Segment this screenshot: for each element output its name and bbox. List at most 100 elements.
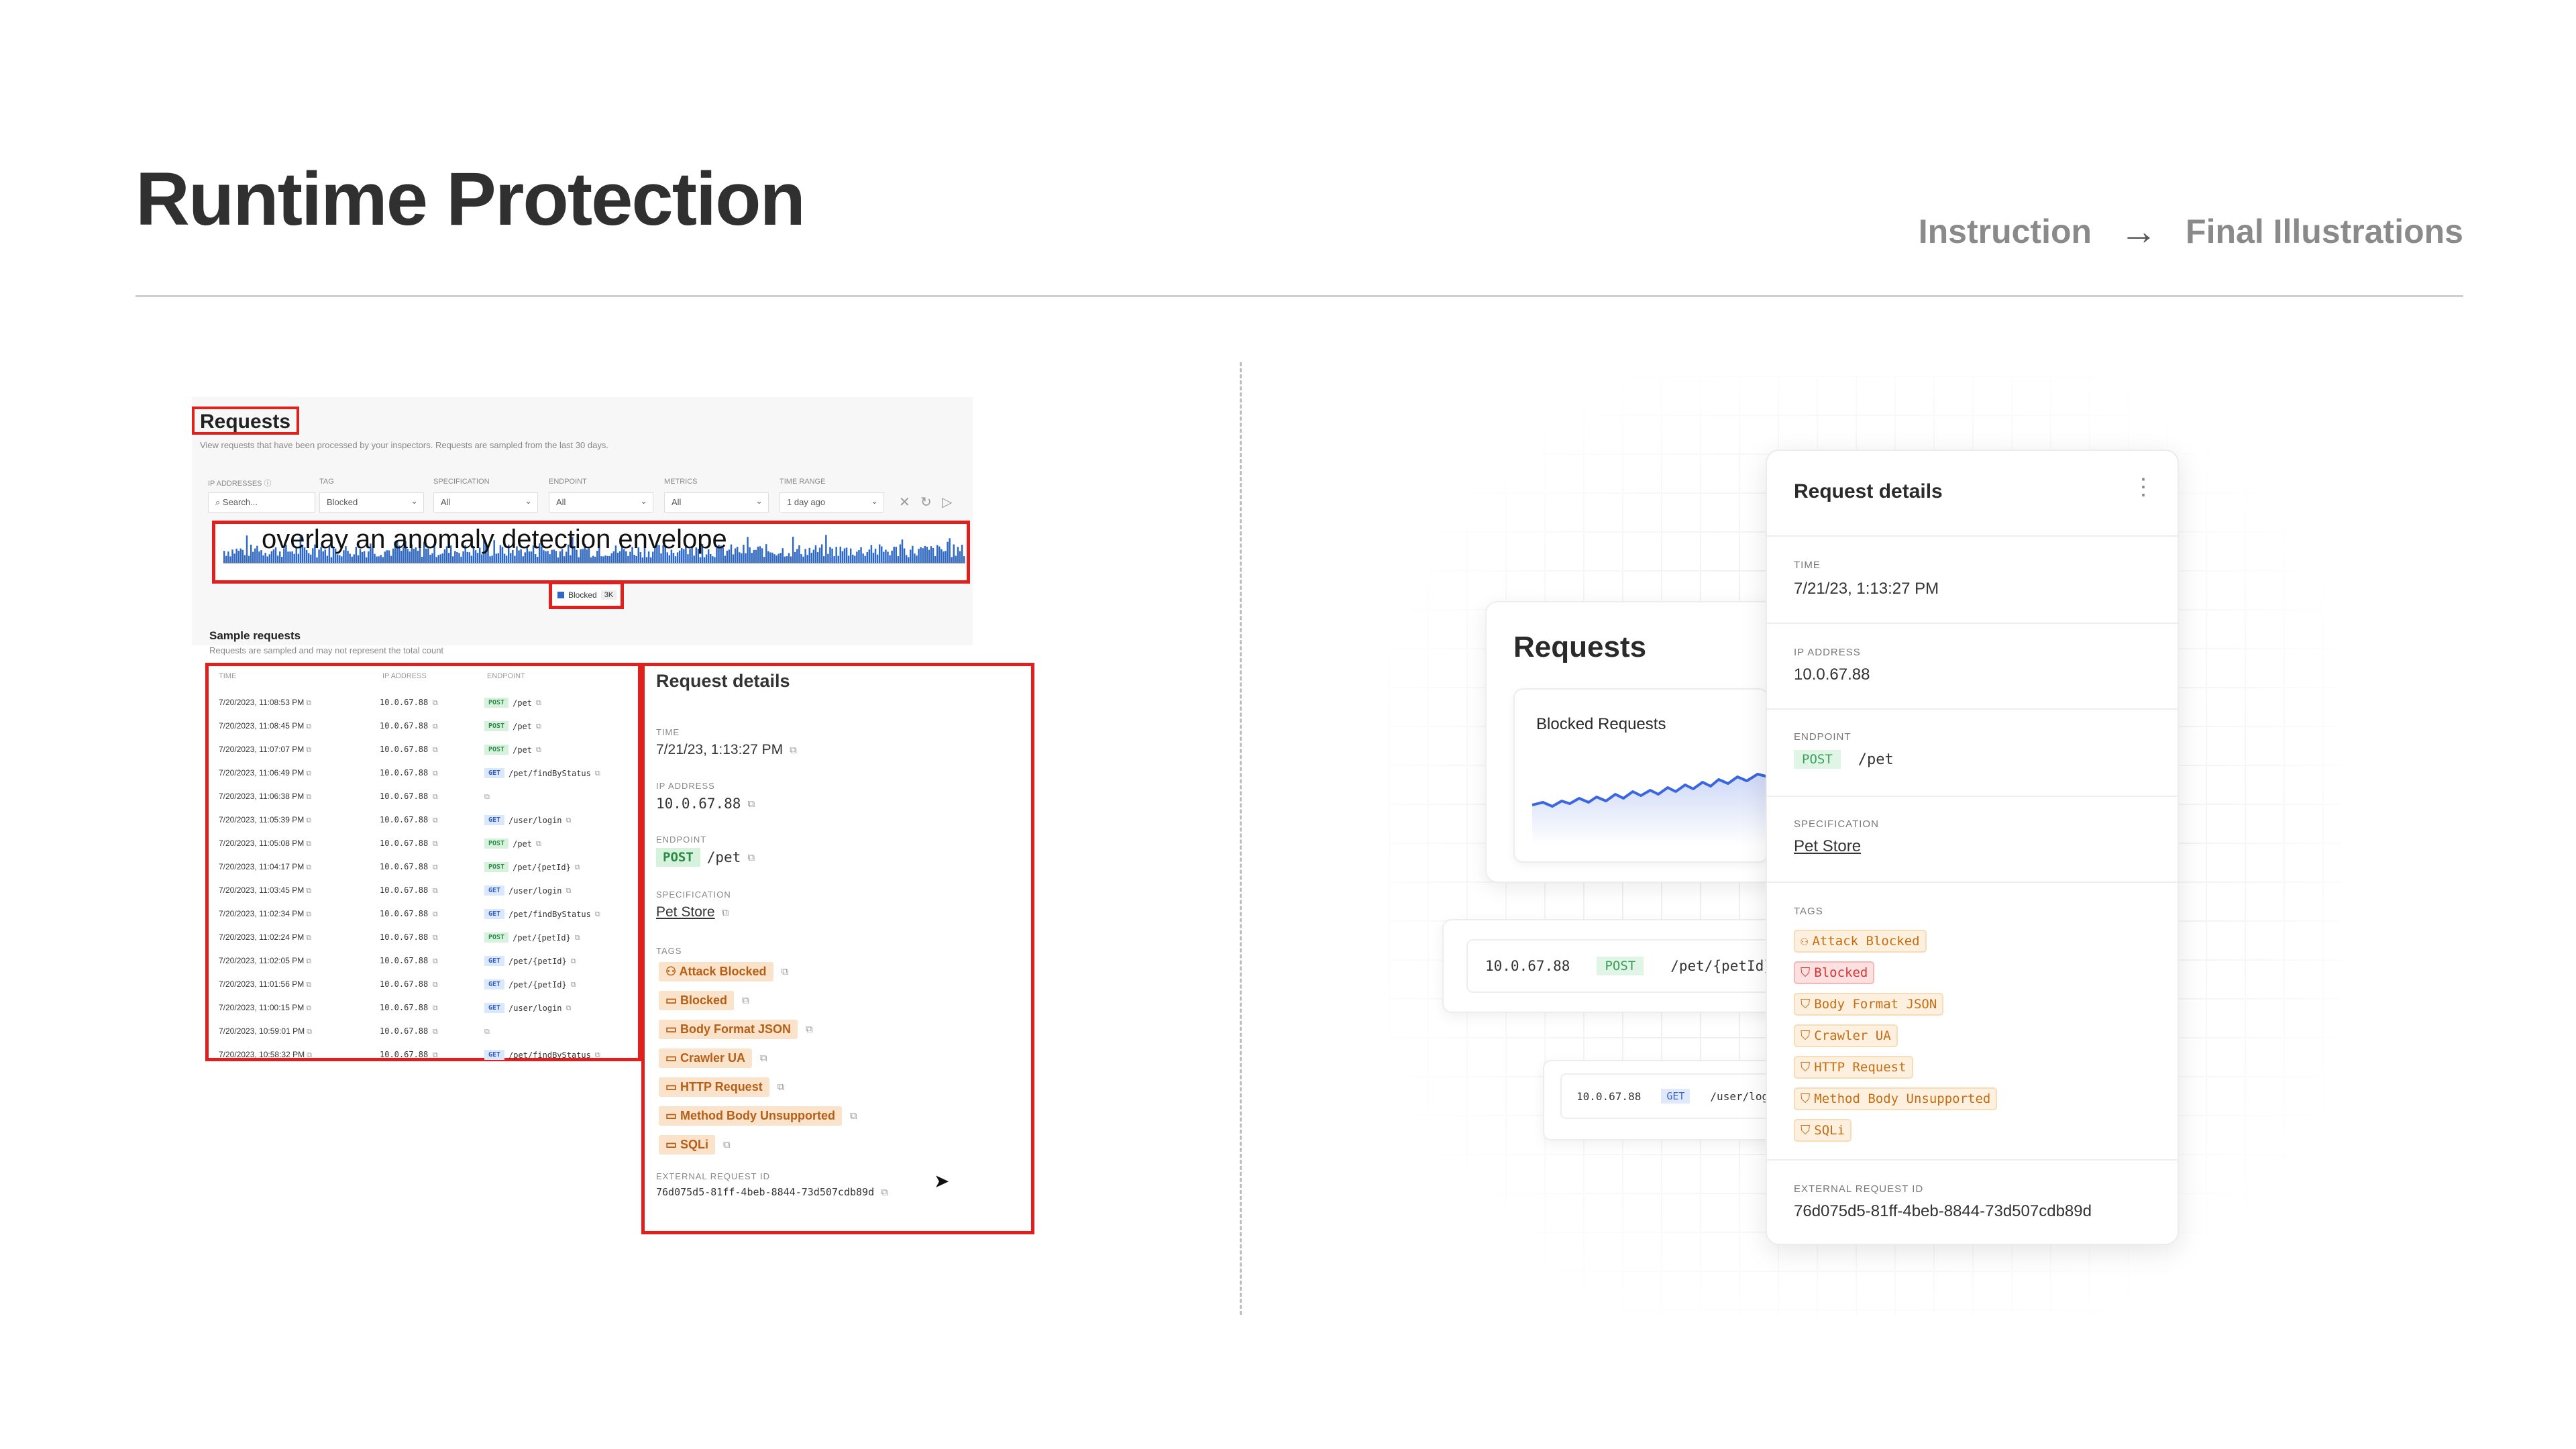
table-row[interactable]: 7/20/2023, 11:01:56 PM ⧉ 10.0.67.88 ⧉ GET /… — [216, 973, 632, 996]
table-row[interactable]: 7/20/2023, 11:07:07 PM ⧉ 10.0.67.88 ⧉ POST… — [216, 738, 632, 761]
table-row[interactable]: 7/20/2023, 11:05:39 PM ⧉ 10.0.67.88 ⧉ GET /… — [216, 808, 632, 832]
card-spec-link[interactable]: Pet Store — [1794, 837, 1861, 856]
copy-icon[interactable]: ⧉ — [790, 745, 797, 756]
copy-icon[interactable]: ⧉ — [571, 957, 576, 966]
copy-icon[interactable]: ⧉ — [304, 699, 311, 707]
copy-icon[interactable]: ⧉ — [571, 980, 576, 989]
close-icon[interactable]: ✕ — [899, 494, 910, 511]
copy-icon[interactable]: ⧉ — [595, 1051, 600, 1060]
details-spec-label: SPECIFICATION — [656, 890, 731, 900]
copy-icon[interactable]: ⧉ — [304, 934, 311, 942]
copy-icon[interactable]: ⧉ — [304, 840, 311, 848]
chart-bar — [514, 555, 516, 563]
play-icon[interactable]: ▷ — [942, 494, 952, 511]
table-row[interactable]: 7/20/2023, 11:03:45 PM ⧉ 10.0.67.88 ⧉ GET /… — [216, 879, 632, 902]
copy-icon[interactable]: ⧉ — [304, 1004, 311, 1012]
table-row[interactable]: 7/20/2023, 11:06:49 PM ⧉ 10.0.67.88 ⧉ GET /… — [216, 761, 632, 785]
copy-icon[interactable]: ⧉ — [304, 769, 311, 777]
copy-icon[interactable]: ⧉ — [428, 863, 438, 871]
chart-legend[interactable]: Blocked 3K — [549, 581, 624, 609]
copy-icon[interactable]: ⧉ — [881, 1186, 888, 1198]
copy-icon[interactable]: ⧉ — [428, 957, 438, 965]
table-row[interactable]: 7/20/2023, 11:02:34 PM ⧉ 10.0.67.88 ⧉ GET /… — [216, 902, 632, 926]
copy-icon[interactable]: ⧉ — [747, 851, 755, 863]
copy-icon[interactable]: ⧉ — [575, 933, 580, 943]
copy-icon[interactable]: ⧉ — [428, 933, 438, 942]
copy-icon[interactable]: ⧉ — [536, 722, 541, 731]
refresh-icon[interactable]: ↻ — [920, 494, 932, 511]
copy-icon[interactable]: ⧉ — [304, 746, 311, 754]
copy-icon[interactable]: ⧉ — [428, 886, 438, 895]
copy-icon[interactable]: ⧉ — [428, 792, 438, 801]
copy-icon[interactable]: ⧉ — [536, 839, 541, 849]
copy-icon[interactable]: ⧉ — [428, 1027, 438, 1036]
filter-select[interactable]: Blocked ⌄ — [319, 492, 424, 513]
filter-select[interactable]: 1 day ago ⌄ — [780, 492, 884, 513]
filter-select[interactable]: All ⌄ — [433, 492, 538, 513]
copy-icon[interactable]: ⧉ — [595, 769, 600, 778]
copy-icon[interactable]: ⧉ — [304, 722, 311, 731]
copy-icon[interactable]: ⧉ — [304, 887, 311, 895]
endpoint-path: /pet — [706, 849, 741, 865]
copy-icon[interactable]: ⧉ — [782, 966, 789, 977]
copy-icon[interactable]: ⧉ — [484, 792, 490, 802]
copy-icon[interactable]: ⧉ — [566, 1004, 572, 1013]
copy-icon[interactable]: ⧉ — [536, 698, 541, 708]
copy-icon[interactable]: ⧉ — [428, 722, 438, 731]
copy-icon[interactable]: ⧉ — [304, 981, 311, 989]
copy-icon[interactable]: ⧉ — [304, 957, 311, 965]
copy-icon[interactable]: ⧉ — [484, 1027, 490, 1036]
copy-icon[interactable]: ⧉ — [428, 1004, 438, 1012]
copy-icon[interactable]: ⧉ — [428, 769, 438, 777]
table-row[interactable]: 7/20/2023, 11:06:38 PM ⧉ 10.0.67.88 ⧉ ⧉ — [216, 785, 632, 808]
copy-icon[interactable]: ⧉ — [722, 907, 729, 918]
table-row[interactable]: 7/20/2023, 10:59:01 PM ⧉ 10.0.67.88 ⧉ ⧉ — [216, 1020, 632, 1043]
copy-icon[interactable]: ⧉ — [305, 1051, 312, 1059]
copy-icon[interactable]: ⧉ — [760, 1053, 767, 1064]
row-endpoint-cell: GET/pet/{petId} ⧉ — [484, 956, 576, 966]
copy-icon[interactable]: ⧉ — [428, 910, 438, 918]
copy-icon[interactable]: ⧉ — [777, 1081, 785, 1093]
kebab-menu-icon[interactable]: ⋮ — [2132, 474, 2155, 500]
copy-icon[interactable]: ⧉ — [304, 816, 311, 824]
request-row[interactable]: 10.0.67.88 POST /pet/{petId} — [1466, 939, 1802, 993]
table-row[interactable]: 7/20/2023, 11:05:08 PM ⧉ 10.0.67.88 ⧉ POST… — [216, 832, 632, 855]
table-row[interactable]: 7/20/2023, 11:02:24 PM ⧉ 10.0.67.88 ⧉ POST… — [216, 926, 632, 949]
chart-bar — [914, 553, 916, 563]
ip-search-input[interactable]: ⌕ Search... — [208, 492, 315, 513]
copy-icon[interactable]: ⧉ — [428, 816, 438, 824]
copy-icon[interactable]: ⧉ — [305, 1028, 312, 1036]
copy-icon[interactable]: ⧉ — [575, 863, 580, 872]
table-row[interactable]: 7/20/2023, 10:58:32 PM ⧉ 10.0.67.88 ⧉ GET /… — [216, 1043, 632, 1067]
table-row[interactable]: 7/20/2023, 11:04:17 PM ⧉ 10.0.67.88 ⧉ POST… — [216, 855, 632, 879]
table-row[interactable]: 7/20/2023, 11:02:05 PM ⧉ 10.0.67.88 ⧉ GET /… — [216, 949, 632, 973]
copy-icon[interactable]: ⧉ — [428, 745, 438, 754]
table-row[interactable]: 7/20/2023, 11:08:45 PM ⧉ 10.0.67.88 ⧉ POST… — [216, 714, 632, 738]
copy-icon[interactable]: ⧉ — [428, 839, 438, 848]
copy-icon[interactable]: ⧉ — [742, 995, 749, 1006]
filter-select[interactable]: All ⌄ — [664, 492, 769, 513]
copy-icon[interactable]: ⧉ — [747, 798, 755, 810]
copy-icon[interactable]: ⧉ — [850, 1110, 857, 1122]
copy-icon[interactable]: ⧉ — [566, 886, 572, 896]
row-endpoint-cell: POST/pet ⧉ — [484, 745, 541, 755]
row-endpoint-cell: POST/pet ⧉ — [484, 839, 541, 849]
table-row[interactable]: 7/20/2023, 11:00:15 PM ⧉ 10.0.67.88 ⧉ GET /… — [216, 996, 632, 1020]
filter-select[interactable]: All ⌄ — [549, 492, 653, 513]
copy-icon[interactable]: ⧉ — [428, 698, 438, 707]
table-row[interactable]: 7/20/2023, 11:08:53 PM ⧉ 10.0.67.88 ⧉ POST… — [216, 691, 632, 714]
copy-icon[interactable]: ⧉ — [304, 910, 311, 918]
shield-icon: ⛉ — [1801, 1028, 1811, 1043]
copy-icon[interactable]: ⧉ — [304, 793, 311, 801]
copy-icon[interactable]: ⧉ — [428, 980, 438, 989]
copy-icon[interactable]: ⧉ — [723, 1139, 731, 1150]
copy-icon[interactable]: ⧉ — [536, 745, 541, 755]
copy-icon[interactable]: ⧉ — [595, 910, 600, 919]
copy-icon[interactable]: ⧉ — [806, 1024, 813, 1035]
copy-icon[interactable]: ⧉ — [566, 816, 572, 825]
spec-link[interactable]: Pet Store — [656, 904, 715, 920]
row-ip-cell: 10.0.67.88 ⧉ — [380, 1026, 484, 1036]
copy-icon[interactable]: ⧉ — [428, 1051, 438, 1059]
chart-bar — [872, 552, 875, 563]
copy-icon[interactable]: ⧉ — [304, 863, 311, 871]
